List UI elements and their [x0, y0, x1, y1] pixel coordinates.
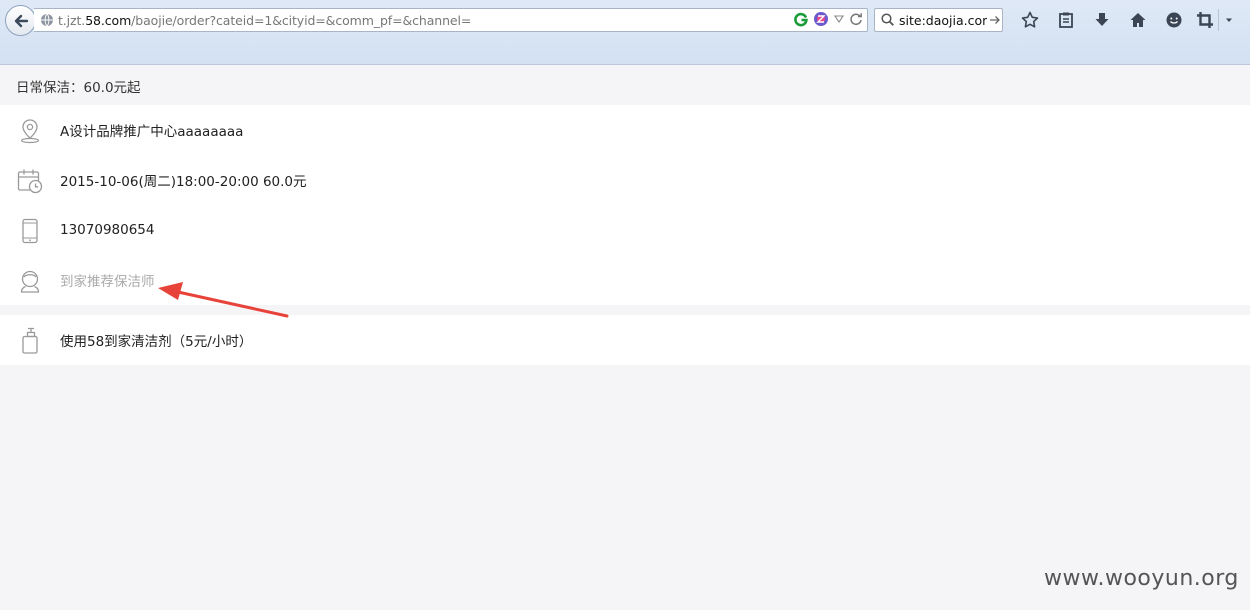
search-bar[interactable]: site:daojia.com [874, 8, 1003, 32]
detergent-row[interactable]: 使用58到家清洁剂（5元/小时） [0, 315, 1250, 365]
watermark-text: www.wooyun.org [1044, 566, 1239, 591]
datetime-price-text: 2015-10-06(周二)18:00-20:00 60.0元 [60, 174, 307, 190]
crop-icon [1197, 12, 1213, 28]
detergent-card: 使用58到家清洁剂（5元/小时） [0, 315, 1250, 365]
back-arrow-icon [14, 14, 28, 27]
order-info-card: A设计品牌推广中心aaaaaaaa 2015-10-06(周二)18:00-20… [0, 105, 1250, 305]
clipboard-icon [1059, 12, 1073, 28]
service-summary: 日常保洁：60.0元起 [16, 79, 141, 96]
extension-icon[interactable] [813, 11, 829, 27]
reload-icon[interactable] [849, 12, 863, 26]
address-row[interactable]: A设计品牌推广中心aaaaaaaa [0, 105, 1250, 155]
home-button[interactable] [1120, 9, 1156, 31]
url-domain: 58.com [85, 12, 132, 28]
detergent-bottle-icon [16, 327, 44, 355]
chevron-down-icon [1225, 18, 1232, 22]
browser-toolbar: t.jzt.58.com/baojie/order?cateid=1&cityi… [0, 0, 1250, 65]
bookmark-star-button[interactable] [1012, 9, 1048, 31]
globe-icon [41, 13, 53, 27]
download-arrow-icon [1095, 13, 1109, 26]
phone-row[interactable]: 13070980654 [0, 205, 1250, 255]
detergent-option-text: 使用58到家清洁剂（5元/小时） [60, 334, 253, 350]
downloads-button[interactable] [1084, 9, 1120, 31]
home-icon [1130, 13, 1146, 27]
crop-menu-button[interactable] [1218, 9, 1238, 31]
search-input-text: site:daojia.com [899, 12, 987, 28]
cleaner-avatar-icon [16, 267, 44, 295]
grammarly-icon[interactable] [793, 11, 809, 27]
dropdown-arrow-icon[interactable] [833, 13, 845, 25]
url-text: t.jzt.58.com/baojie/order?cateid=1&cityi… [58, 12, 472, 28]
calendar-clock-icon [16, 167, 44, 195]
search-go-icon[interactable] [989, 14, 1001, 26]
chat-button[interactable] [1156, 9, 1192, 31]
datetime-row[interactable]: 2015-10-06(周二)18:00-20:00 60.0元 [0, 155, 1250, 205]
smiley-chat-icon [1166, 12, 1182, 28]
address-bar[interactable]: t.jzt.58.com/baojie/order?cateid=1&cityi… [34, 8, 868, 32]
cleaner-row[interactable]: 到家推荐保洁师 [0, 255, 1250, 305]
star-icon [1021, 11, 1039, 28]
phone-icon [16, 217, 44, 245]
crop-tool-button[interactable] [1192, 9, 1218, 31]
address-text: A设计品牌推广中心aaaaaaaa [60, 124, 244, 140]
reading-list-button[interactable] [1048, 9, 1084, 31]
location-pin-icon [16, 117, 44, 145]
phone-text: 13070980654 [60, 222, 155, 238]
back-button[interactable] [5, 5, 36, 36]
cleaner-placeholder-text: 到家推荐保洁师 [60, 274, 155, 290]
search-icon [881, 13, 894, 26]
